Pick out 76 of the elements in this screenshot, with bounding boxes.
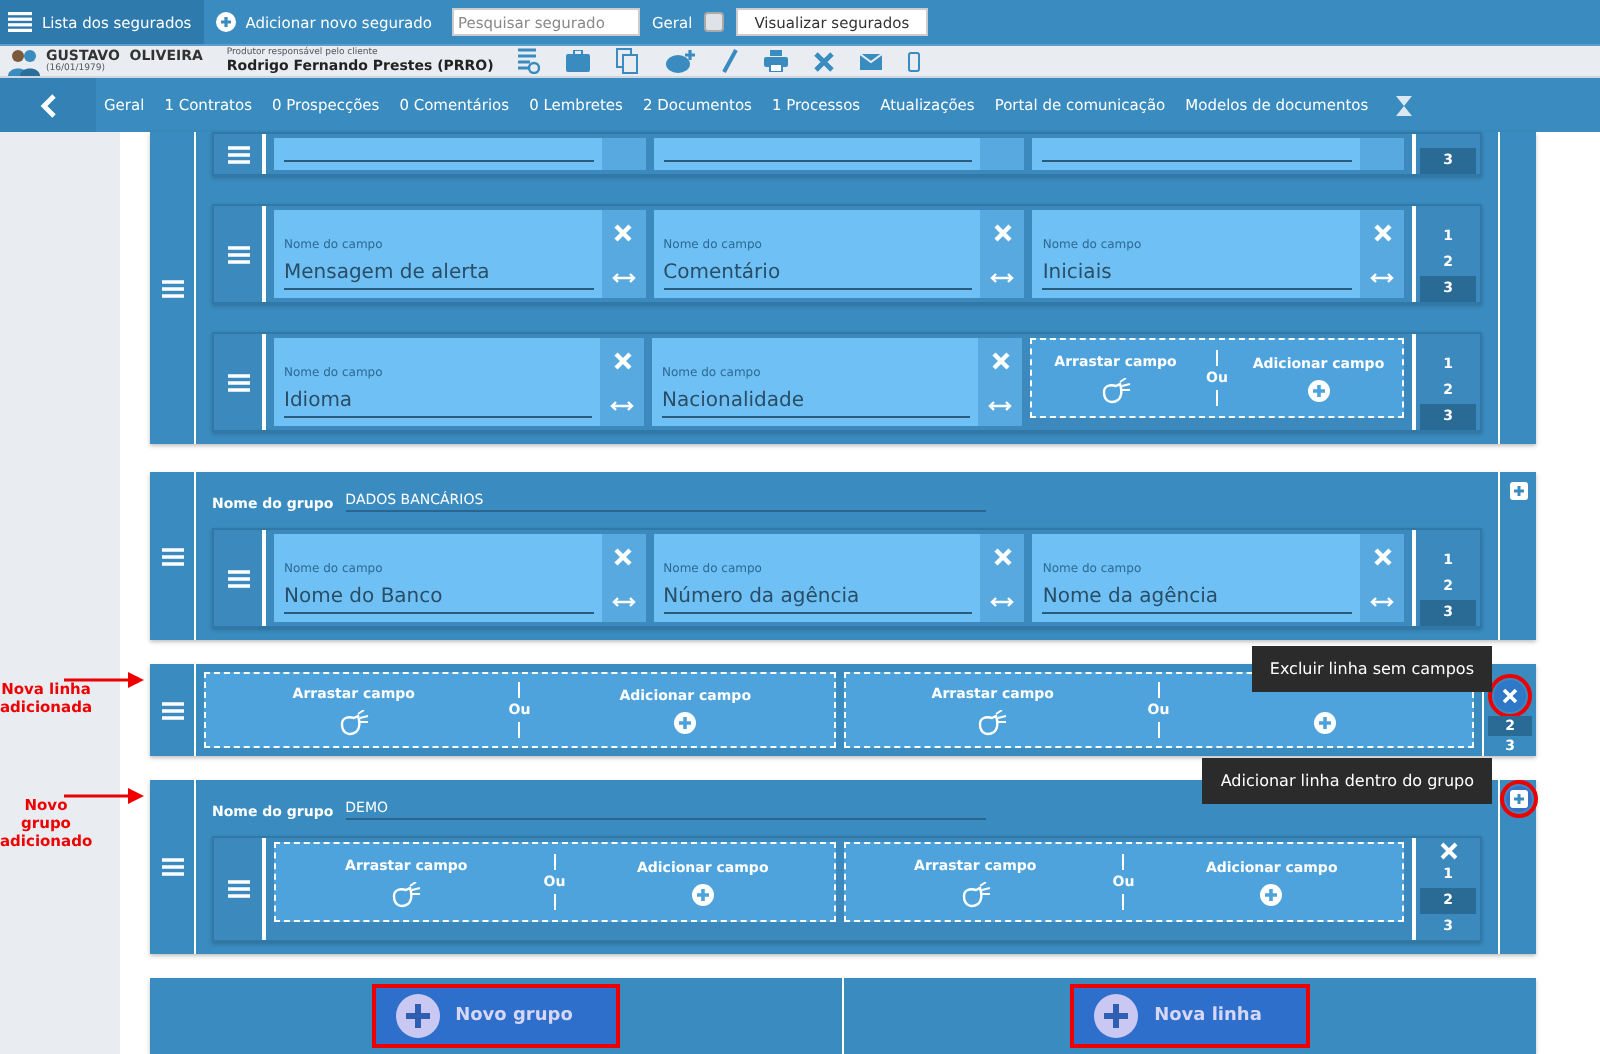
remove-icon[interactable] <box>1373 224 1392 243</box>
resize-icon[interactable] <box>990 595 1015 608</box>
printer-icon[interactable] <box>763 50 788 72</box>
resize-icon[interactable] <box>611 595 636 608</box>
copy-icon[interactable] <box>615 48 640 74</box>
plus-icon <box>1509 790 1527 808</box>
resize-icon[interactable] <box>988 399 1012 412</box>
field-value: Nacionalidade <box>662 390 807 412</box>
people-icon <box>8 47 40 75</box>
hourglass-icon[interactable] <box>1396 95 1413 115</box>
form-icon[interactable] <box>515 48 540 74</box>
delete-row-button[interactable] <box>1494 680 1526 712</box>
hand-icon <box>1099 377 1132 403</box>
mail-icon[interactable] <box>859 53 882 69</box>
plus-icon <box>1509 482 1527 500</box>
add-row-button[interactable] <box>1505 478 1531 504</box>
plus-icon[interactable] <box>1313 711 1336 733</box>
remove-icon[interactable] <box>993 548 1012 567</box>
resize-icon[interactable] <box>611 271 636 284</box>
menu-icon <box>161 279 183 297</box>
remove-icon[interactable] <box>614 548 633 567</box>
remove-icon[interactable] <box>1373 548 1392 567</box>
add-button[interactable]: Nova linha <box>1074 988 1306 1044</box>
field-card[interactable] <box>274 138 646 170</box>
field-value: Idioma <box>284 390 355 412</box>
plus-icon[interactable] <box>691 883 714 905</box>
remove-icon[interactable] <box>991 352 1009 371</box>
plus-icon[interactable] <box>1307 379 1330 401</box>
field-card[interactable] <box>653 138 1025 170</box>
add-button[interactable]: Novo grupo <box>375 988 617 1044</box>
phone-icon[interactable] <box>907 51 920 71</box>
menu-icon <box>227 145 249 163</box>
annotation-arrow <box>64 788 144 804</box>
resize-icon[interactable] <box>990 271 1015 284</box>
resize-icon[interactable] <box>610 399 634 412</box>
remove-icon[interactable] <box>614 224 633 243</box>
hand-icon <box>337 709 370 735</box>
delete-row-icon[interactable] <box>1439 842 1457 860</box>
field-value: Número da agência <box>663 586 862 608</box>
tooltip: Excluir linha sem campos <box>1251 646 1492 692</box>
remove-icon[interactable] <box>993 224 1012 243</box>
remove-icon[interactable] <box>613 352 631 371</box>
chat-add-icon[interactable] <box>665 49 696 73</box>
plus-icon[interactable] <box>1260 883 1283 905</box>
general-checkbox[interactable] <box>704 12 725 32</box>
plus-icon[interactable] <box>674 711 697 733</box>
hand-icon <box>959 881 992 907</box>
close-icon <box>1502 688 1518 704</box>
field-value: Comentário <box>663 262 783 284</box>
add-row-button[interactable] <box>1505 786 1531 812</box>
briefcase-icon[interactable] <box>565 50 590 72</box>
tooltip: Adicionar linha dentro do grupo <box>1202 758 1492 804</box>
close-icon[interactable] <box>813 51 834 71</box>
list-icon <box>8 12 32 32</box>
field-card[interactable] <box>1032 138 1405 170</box>
field-value: Nome da agência <box>1042 586 1221 608</box>
menu-icon <box>161 858 183 876</box>
hand-icon <box>390 881 423 907</box>
hand-icon <box>976 709 1009 735</box>
field-value: Iniciais <box>1042 262 1114 284</box>
pen-icon[interactable] <box>721 48 738 74</box>
plus-icon <box>395 994 440 1038</box>
menu-icon <box>227 245 249 263</box>
menu-icon <box>161 701 183 719</box>
chevron-left-icon <box>40 93 56 117</box>
resize-icon[interactable] <box>1370 271 1395 284</box>
menu-icon <box>161 547 183 565</box>
menu-icon <box>227 880 249 898</box>
resize-icon[interactable] <box>1370 595 1395 608</box>
menu-icon <box>227 373 249 391</box>
back-button[interactable] <box>0 78 96 132</box>
menu-icon <box>227 569 249 587</box>
field-value: Mensagem de alerta <box>284 262 492 284</box>
plus-icon <box>215 12 236 32</box>
plus-icon <box>1094 994 1139 1038</box>
field-value: Nome do Banco <box>284 586 445 608</box>
